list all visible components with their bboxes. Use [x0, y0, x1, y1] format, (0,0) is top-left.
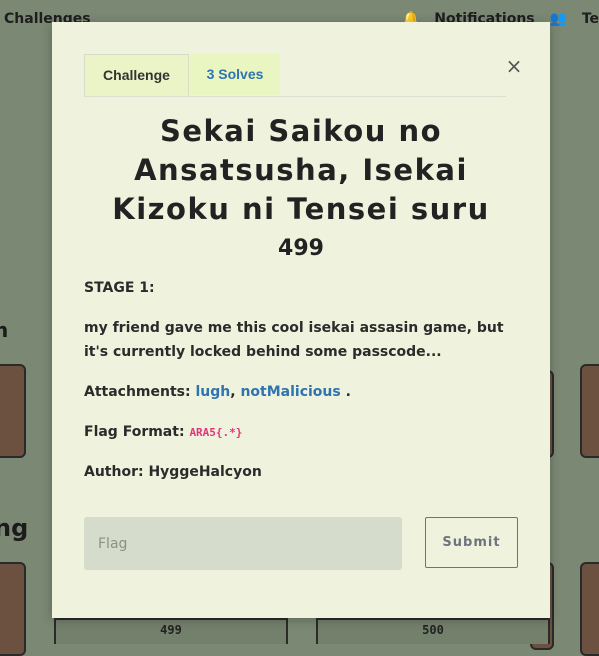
tab-solves[interactable]: 3 Solves — [190, 54, 280, 95]
challenge-card[interactable] — [580, 364, 599, 458]
team-link[interactable]: 👥 Te — [550, 11, 599, 27]
category-heading: n — [0, 318, 8, 342]
challenge-card-score[interactable]: 499 — [54, 618, 288, 644]
modal-tabs: Challenge 3 Solves — [84, 54, 506, 97]
flag-format-label: Flag Format: — [84, 424, 185, 440]
attachment-link-notmalicious[interactable]: notMalicious — [240, 384, 340, 400]
tab-challenge[interactable]: Challenge — [84, 54, 189, 96]
stage-label: STAGE 1: — [84, 276, 524, 300]
challenge-card[interactable] — [0, 562, 26, 656]
challenge-description: my friend gave me this cool isekai assas… — [84, 316, 524, 364]
attachments-label: Attachments: — [84, 384, 191, 400]
attachments-end: . — [346, 384, 351, 400]
close-icon[interactable]: × — [504, 54, 524, 78]
submit-button[interactable]: Submit — [425, 517, 518, 568]
challenge-card-score[interactable]: 500 — [316, 618, 550, 644]
attachments-separator: , — [230, 384, 235, 400]
attachment-link-lugh[interactable]: lugh — [195, 384, 230, 400]
category-heading: ng — [0, 514, 28, 542]
flag-input[interactable] — [84, 517, 402, 570]
attachments-line: Attachments: lugh, notMalicious . — [84, 380, 524, 404]
challenge-title: Sekai Saikou no Ansatsusha, Isekai Kizok… — [76, 112, 526, 229]
flag-format-line: Flag Format: ARA5{.*} — [84, 420, 524, 445]
challenge-card[interactable] — [580, 562, 599, 656]
author-line: Author: HyggeHalcyon — [84, 460, 524, 484]
challenge-value: 499 — [52, 236, 550, 261]
challenge-card[interactable] — [0, 364, 26, 458]
challenge-modal: Challenge 3 Solves × Sekai Saikou no Ans… — [52, 22, 550, 618]
flag-format-code: ARA5{.*} — [189, 426, 242, 439]
